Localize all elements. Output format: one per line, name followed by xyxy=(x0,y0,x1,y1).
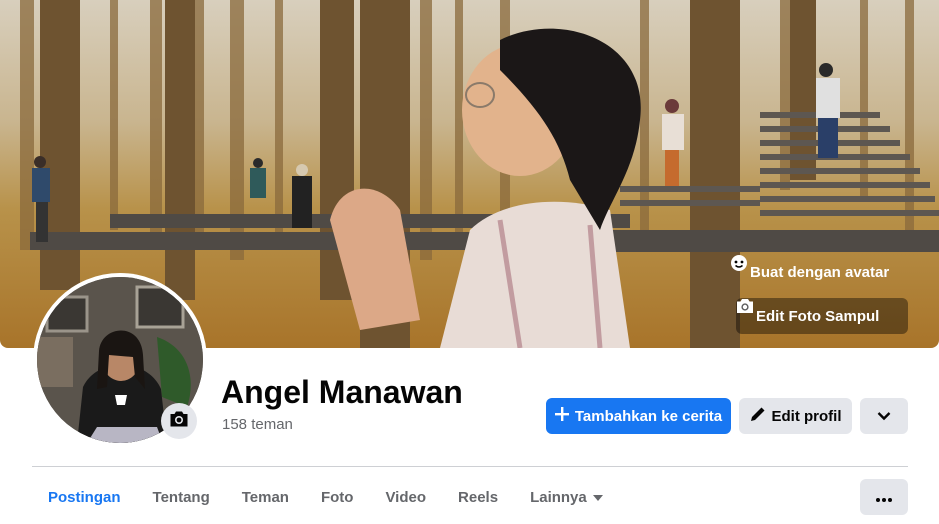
profile-options-dropdown-button[interactable] xyxy=(860,398,908,434)
caret-down-icon xyxy=(592,495,603,501)
tab-videos[interactable]: Video xyxy=(369,479,442,515)
profile-name: Angel Manawan xyxy=(221,374,463,410)
tab-label: Lainnya xyxy=(530,488,587,506)
plus-icon xyxy=(554,407,569,425)
profile-tabs: Postingan Tentang Teman Foto Video Reels… xyxy=(32,479,619,515)
tab-label: Teman xyxy=(241,488,289,506)
tab-posts[interactable]: Postingan xyxy=(32,479,137,515)
create-avatar-label: Buat dengan avatar xyxy=(750,263,890,281)
tab-photos[interactable]: Foto xyxy=(305,479,369,515)
tab-label: Tentang xyxy=(152,488,210,506)
friend-count[interactable]: 158 teman xyxy=(222,416,293,433)
edit-profile-label: Edit profil xyxy=(771,407,842,425)
tab-label: Postingan xyxy=(48,488,121,506)
update-profile-picture-button[interactable] xyxy=(161,403,197,439)
create-avatar-button[interactable]: Buat dengan avatar xyxy=(730,254,901,290)
section-divider xyxy=(32,466,908,467)
add-to-story-label: Tambahkan ke cerita xyxy=(574,407,723,425)
pencil-icon xyxy=(750,406,766,426)
more-dots-icon xyxy=(876,489,892,506)
edit-cover-photo-label: Edit Foto Sampul xyxy=(756,307,880,325)
tab-reels[interactable]: Reels xyxy=(442,479,514,515)
tab-label: Foto xyxy=(320,488,354,506)
tab-friends[interactable]: Teman xyxy=(226,479,305,515)
edit-profile-button[interactable]: Edit profil xyxy=(739,398,852,434)
edit-cover-photo-button[interactable]: Edit Foto Sampul xyxy=(736,298,908,334)
add-to-story-button[interactable]: Tambahkan ke cerita xyxy=(546,398,731,434)
tab-about[interactable]: Tentang xyxy=(137,479,226,515)
chevron-down-icon xyxy=(877,408,891,425)
more-options-button[interactable] xyxy=(860,479,908,515)
tab-label: Reels xyxy=(458,488,499,506)
tab-label: Video xyxy=(385,488,427,506)
camera-icon xyxy=(169,410,189,433)
tab-more[interactable]: Lainnya xyxy=(514,479,619,515)
